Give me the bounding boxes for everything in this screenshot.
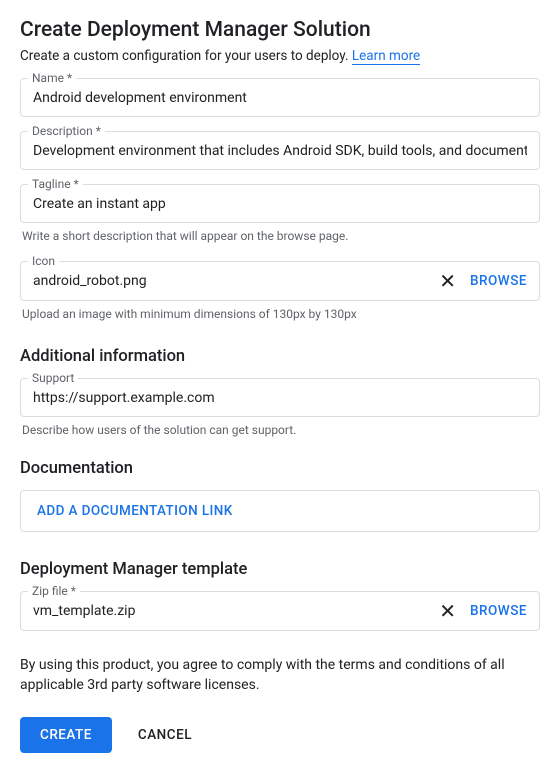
icon-field: Icon android_robot.png ✕ BROWSE [20,261,540,301]
browse-icon-button[interactable]: BROWSE [470,273,527,289]
tagline-label: Tagline * [28,177,83,191]
tagline-helper: Write a short description that will appe… [22,229,538,243]
section-additional-info: Additional information [20,347,540,366]
learn-more-link[interactable]: Learn more [352,48,420,65]
tagline-input[interactable] [20,184,540,223]
description-label: Description * [28,124,105,138]
browse-zip-button[interactable]: BROWSE [470,603,527,619]
tagline-field: Tagline * [20,184,540,223]
name-label: Name * [28,71,76,85]
section-dm-template: Deployment Manager template [20,560,540,579]
name-field: Name * [20,78,540,117]
section-documentation: Documentation [20,459,540,478]
add-documentation-link-button[interactable]: ADD A DOCUMENTATION LINK [20,490,540,532]
name-input[interactable] [20,78,540,117]
support-helper: Describe how users of the solution can g… [22,423,538,437]
description-field: Description * [20,131,540,170]
zipfile-label: Zip file * [28,584,80,598]
support-label: Support [28,371,78,385]
zipfile-field: Zip file * vm_template.zip ✕ BROWSE [20,591,540,631]
icon-label: Icon [28,254,59,268]
page-title: Create Deployment Manager Solution [20,18,540,42]
terms-text: By using this product, you agree to comp… [20,655,540,695]
page-subtitle: Create a custom configuration for your u… [20,48,540,64]
cancel-button[interactable]: CANCEL [138,727,192,743]
icon-helper: Upload an image with minimum dimensions … [22,307,538,321]
clear-icon[interactable]: ✕ [425,271,470,291]
icon-filename: android_robot.png [33,273,425,289]
subtitle-text: Create a custom configuration for your u… [20,48,352,64]
create-button[interactable]: CREATE [20,717,112,753]
clear-zip-icon[interactable]: ✕ [425,601,470,621]
action-row: CREATE CANCEL [20,717,540,753]
zipfile-filename: vm_template.zip [33,603,425,619]
support-input[interactable] [20,378,540,417]
support-field: Support [20,378,540,417]
